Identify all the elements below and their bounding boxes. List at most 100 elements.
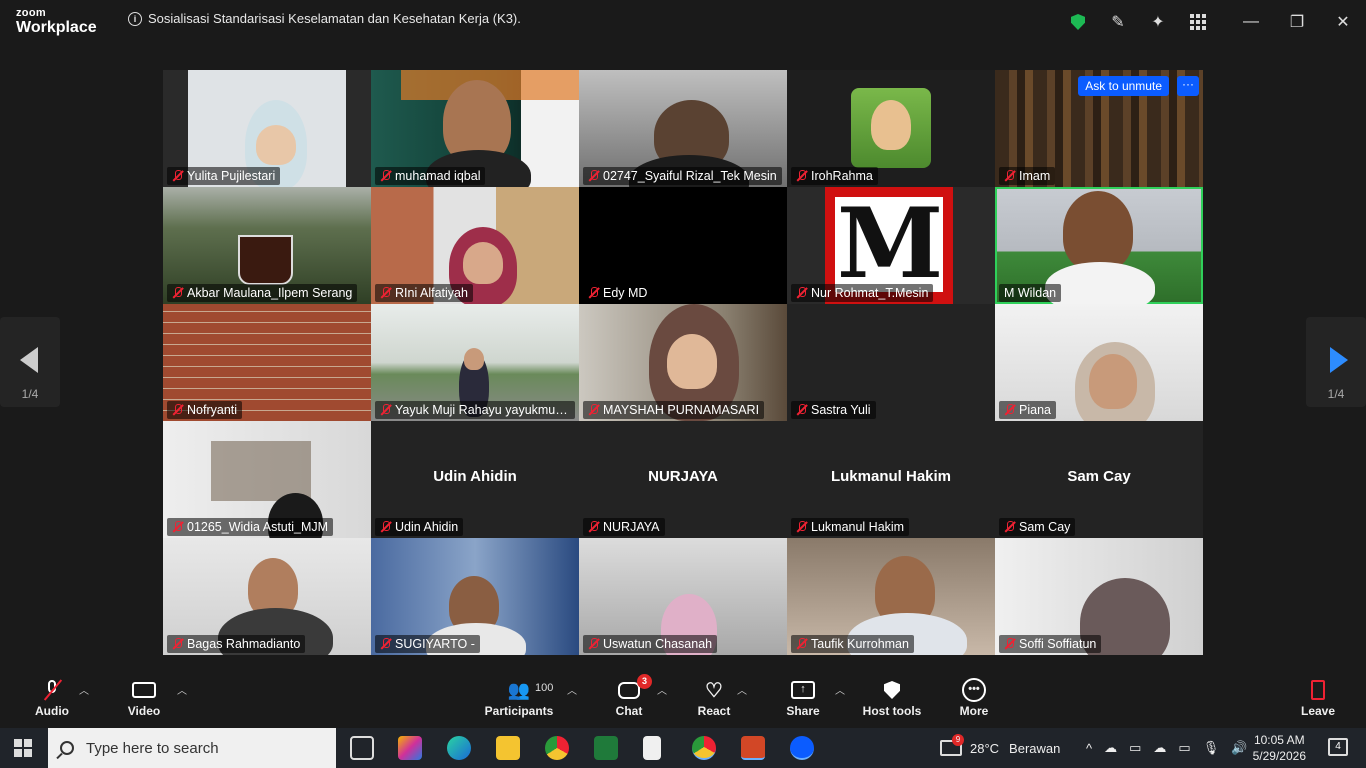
mic-muted-icon <box>588 638 599 650</box>
video-tile[interactable]: Yulita Pujilestari <box>163 70 371 187</box>
chrome-profile-icon[interactable] <box>692 736 716 760</box>
notification-center-icon[interactable]: 4 <box>1328 738 1348 756</box>
participant-name: Imam <box>1019 169 1051 183</box>
info-icon[interactable]: i <box>128 11 142 26</box>
search-icon <box>60 741 74 755</box>
onedrive-icon[interactable]: ☁ <box>1104 740 1117 756</box>
weather-widget[interactable]: 9 28°C Berawan <box>940 728 1060 768</box>
chat-options-caret[interactable]: ︿ <box>657 682 667 697</box>
video-tile[interactable]: Bagas Rahmadianto <box>163 538 371 655</box>
leave-door-icon <box>1311 680 1325 700</box>
mic-muted-icon <box>796 521 807 533</box>
system-tray: ^ ☁ ▭ ☁ ▭ 🎙 🔊 <box>1086 728 1247 768</box>
video-tile[interactable]: Piana <box>995 304 1203 421</box>
meet-now-icon[interactable]: ▭ <box>1129 740 1141 756</box>
page-indicator-left: 1/4 <box>21 387 39 401</box>
apps-grid-icon[interactable] <box>1178 0 1218 44</box>
more-label: More <box>959 704 989 718</box>
mic-muted-icon <box>796 287 807 299</box>
video-tile[interactable]: muhamad iqbal <box>371 70 579 187</box>
participant-display-name: NURJAYA <box>648 468 718 485</box>
participant-name: Bagas Rahmadianto <box>187 637 301 651</box>
shield-icon <box>884 681 900 699</box>
tile-more-options-button[interactable]: ··· <box>1177 76 1199 96</box>
video-tile-active-speaker[interactable]: M Wildan <box>995 187 1203 304</box>
mic-muted-icon <box>588 521 599 533</box>
taskbar-clock[interactable]: 10:05 AM 5/29/2026 <box>1253 732 1306 764</box>
weather-description: Berawan <box>1009 740 1061 756</box>
video-tile[interactable]: Akbar Maulana_Ilpem Serang <box>163 187 371 304</box>
participant-display-name: Lukmanul Hakim <box>830 468 952 485</box>
copilot-icon[interactable] <box>398 736 422 760</box>
video-options-caret[interactable]: ︿ <box>177 682 187 697</box>
participant-name: Nofryanti <box>187 403 238 417</box>
video-tile[interactable]: IrohRahma <box>787 70 995 187</box>
next-page-button[interactable]: 1/4 <box>1306 317 1366 407</box>
video-tile[interactable]: Lukmanul Hakim Lukmanul Hakim <box>787 421 995 538</box>
participant-name: M Wildan <box>1004 286 1057 300</box>
more-button[interactable]: ••• More <box>934 676 1014 718</box>
minimize-button[interactable]: — <box>1228 0 1274 44</box>
video-tile[interactable]: SUGIYARTO - <box>371 538 579 655</box>
video-tile[interactable]: M Nur Rohmat_T.Mesin <box>787 187 995 304</box>
participants-count: 100 <box>535 682 554 694</box>
react-options-caret[interactable]: ︿ <box>737 682 747 697</box>
network-icon[interactable]: ▭ <box>1178 740 1190 756</box>
edge-icon[interactable] <box>447 736 471 760</box>
video-tile[interactable]: Yayuk Muji Rahayu yayukmuji... <box>371 304 579 421</box>
participants-options-caret[interactable]: ︿ <box>567 682 577 697</box>
ask-to-unmute-button[interactable]: Ask to unmute <box>1078 76 1169 96</box>
security-shield-icon[interactable] <box>1058 0 1098 44</box>
mic-muted-icon <box>1004 170 1015 182</box>
video-tile[interactable]: Udin Ahidin Udin Ahidin <box>371 421 579 538</box>
zoom-taskbar-icon[interactable] <box>790 736 814 760</box>
close-button[interactable]: ✕ <box>1320 0 1366 44</box>
video-tile[interactable]: 01265_Widia Astuti_MJM <box>163 421 371 538</box>
windows-start-icon[interactable] <box>14 739 32 757</box>
prev-page-button[interactable]: 1/4 <box>0 317 60 407</box>
video-tile[interactable]: Taufik Kurrohman <box>787 538 995 655</box>
video-tile[interactable]: Edy MD <box>579 187 787 304</box>
participant-name: Yulita Pujilestari <box>187 169 276 183</box>
restore-button[interactable]: ❐ <box>1274 0 1320 44</box>
video-tile[interactable]: Sam Cay Sam Cay <box>995 421 1203 538</box>
video-tile[interactable]: NURJAYA NURJAYA <box>579 421 787 538</box>
taskbar-search-box[interactable]: Type here to search <box>48 728 336 768</box>
microphone-icon[interactable]: 🎙 <box>1203 740 1220 756</box>
volume-icon[interactable]: 🔊 <box>1231 740 1247 756</box>
participant-name: Lukmanul Hakim <box>811 520 905 534</box>
meeting-info[interactable]: i Sosialisasi Standarisasi Keselamatan d… <box>128 11 521 26</box>
share-options-caret[interactable]: ︿ <box>835 682 845 697</box>
participant-display-name: Udin Ahidin <box>433 468 517 485</box>
cloud-icon[interactable]: ☁ <box>1153 740 1166 756</box>
video-button[interactable]: Video <box>104 676 184 718</box>
video-tile[interactable]: Soffi Soffiatun <box>995 538 1203 655</box>
task-view-icon[interactable] <box>350 736 374 760</box>
audio-options-caret[interactable]: ︿ <box>79 682 89 697</box>
logo-top: zoom <box>16 7 46 19</box>
video-tile[interactable]: MAYSHAH PURNAMASARI <box>579 304 787 421</box>
edit-pencil-icon[interactable]: ✎ <box>1098 0 1138 44</box>
participant-name: Taufik Kurrohman <box>811 637 909 651</box>
chrome-icon[interactable] <box>545 736 569 760</box>
time: 10:05 AM <box>1253 733 1305 747</box>
host-tools-button[interactable]: Host tools <box>852 676 932 718</box>
audio-label: Audio <box>35 704 69 718</box>
share-button[interactable]: ↑ Share <box>763 676 843 718</box>
video-tile[interactable]: Uswatun Chasanah <box>579 538 787 655</box>
chevron-up-icon[interactable]: ^ <box>1086 741 1092 756</box>
notepad-icon[interactable] <box>643 736 661 760</box>
leave-button[interactable]: Leave <box>1278 676 1358 718</box>
date: 5/29/2026 <box>1252 749 1306 763</box>
excel-icon[interactable] <box>594 736 618 760</box>
video-tile[interactable]: Sastra Yuli <box>787 304 995 421</box>
file-explorer-icon[interactable] <box>496 736 520 760</box>
video-tile[interactable]: Ask to unmute ··· Imam <box>995 70 1203 187</box>
video-tile[interactable]: 02747_Syaiful Rizal_Tek Mesin <box>579 70 787 187</box>
video-tile[interactable]: RIni Alfatiyah <box>371 187 579 304</box>
ai-companion-icon[interactable]: ✦ <box>1138 0 1178 44</box>
powerpoint-icon[interactable] <box>741 736 765 760</box>
participant-name: Yayuk Muji Rahayu yayukmuji... <box>395 403 572 417</box>
video-tile[interactable]: Nofryanti <box>163 304 371 421</box>
mic-muted-icon <box>1004 521 1015 533</box>
